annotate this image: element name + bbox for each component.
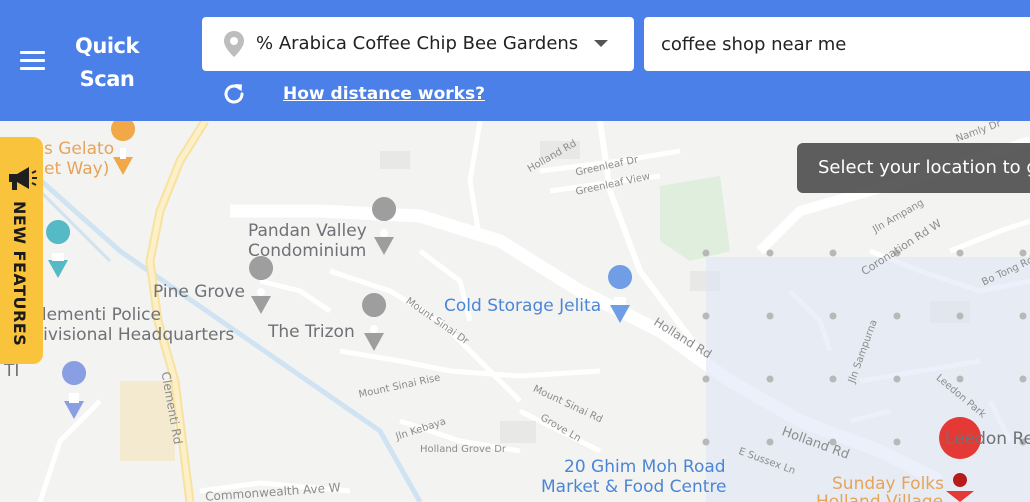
map-label-ghim-moh-1: 20 Ghim Moh Road xyxy=(564,457,726,477)
map-label-holland-village: Holland Village xyxy=(816,492,944,502)
menu-icon[interactable] xyxy=(20,51,45,70)
chevron-down-icon[interactable] xyxy=(594,40,608,47)
map-label-cold-storage: Cold Storage Jelita xyxy=(444,296,602,316)
map-label-trizon: The Trizon xyxy=(268,322,355,342)
how-distance-works-link[interactable]: How distance works? xyxy=(283,84,485,104)
search-input[interactable] xyxy=(644,17,1030,71)
map-label-police-2: Divisional Headquarters xyxy=(30,325,235,345)
app-header: Quick Scan % Arabica Coffee Chip Bee Gar… xyxy=(0,0,1030,121)
refresh-icon[interactable] xyxy=(221,81,247,107)
location-hint-tooltip: Select your location to ge xyxy=(797,143,1030,193)
map-label-leedon: Leedon Re xyxy=(945,429,1030,449)
map-label-pine-grove: Pine Grove xyxy=(153,282,245,302)
map-label-ghim-moh-2: Market & Food Centre xyxy=(541,477,727,497)
map-label-sunday-folks: Sunday Folks xyxy=(832,474,945,494)
megaphone-icon xyxy=(9,167,37,190)
location-select[interactable]: % Arabica Coffee Chip Bee Gardens xyxy=(202,17,634,71)
brand-line-2: Scan xyxy=(79,67,135,91)
map-label-pandan-valley: Pandan Valley xyxy=(248,221,367,241)
new-features-label: NEW FEATURES xyxy=(10,201,29,347)
map-label-gelato-1: s Gelato xyxy=(44,139,115,159)
location-pin-icon xyxy=(224,31,244,57)
road-label-holland-grove: Holland Grove Dr xyxy=(420,444,507,455)
location-value: % Arabica Coffee Chip Bee Gardens xyxy=(256,33,579,54)
map-label-ti: TI xyxy=(4,361,20,381)
map-label-pandan-condo: Condominium xyxy=(248,241,367,261)
brand-line-1: Quick xyxy=(75,34,139,58)
map-label-police-1: Clementi Police xyxy=(30,305,161,325)
map-label-gelato-2: et Way) xyxy=(44,159,110,179)
brand-logo[interactable]: Quick Scan xyxy=(70,30,144,96)
new-features-tab[interactable]: NEW FEATURES xyxy=(0,137,43,364)
